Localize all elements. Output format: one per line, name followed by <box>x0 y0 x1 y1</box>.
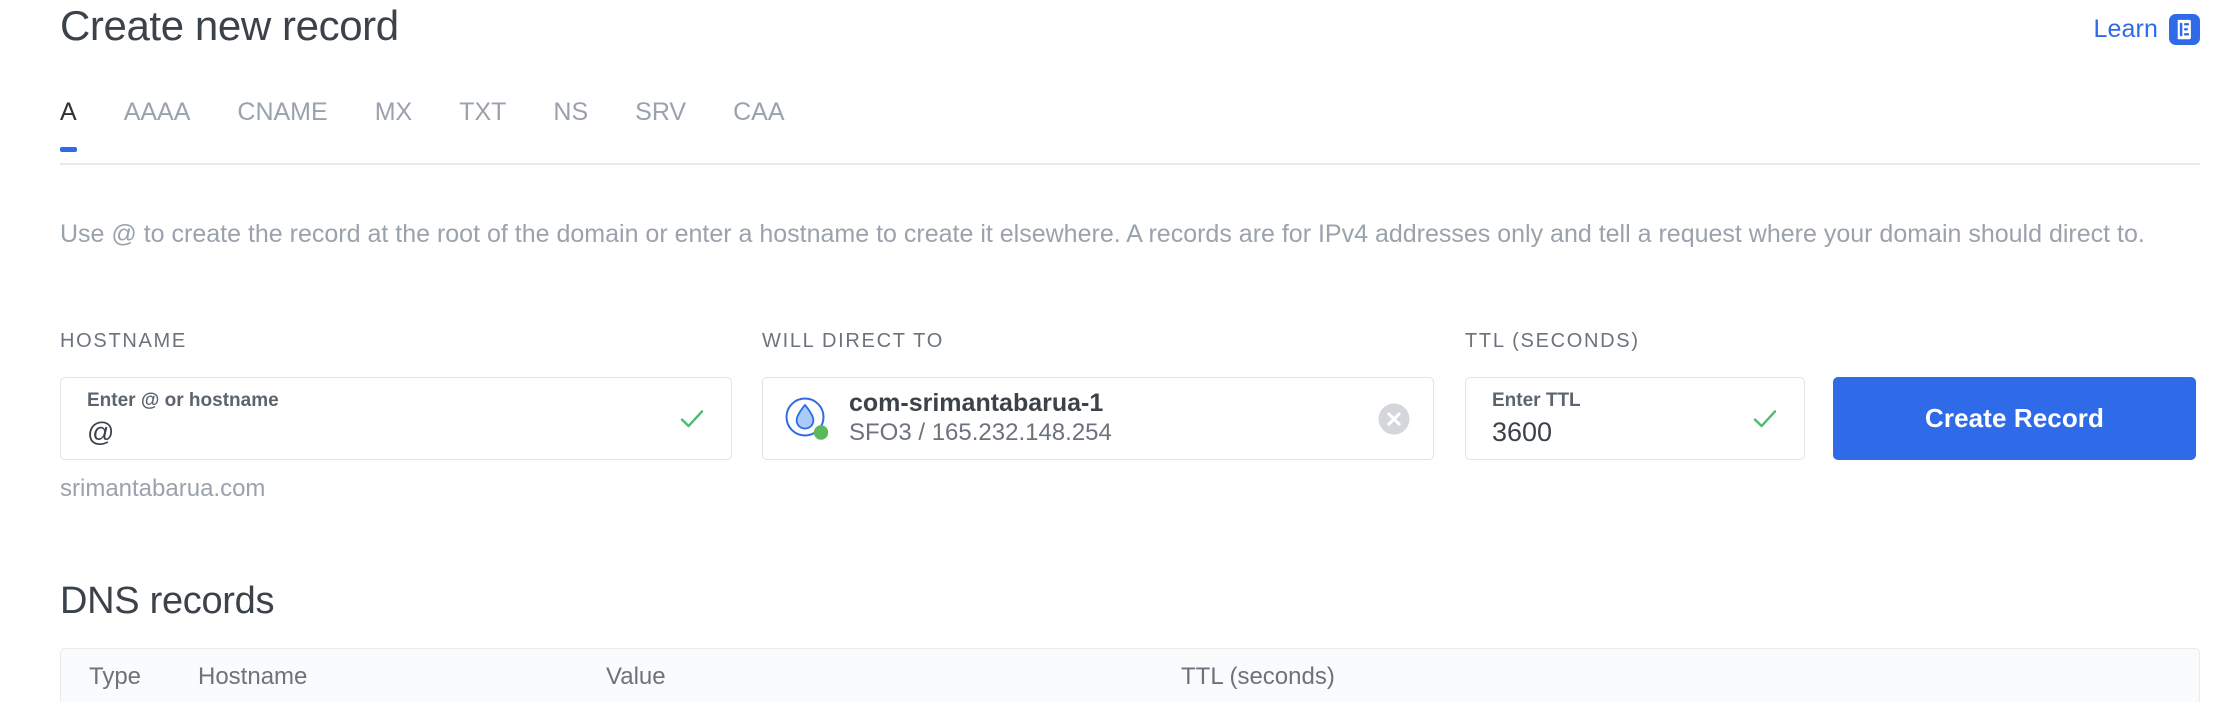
clear-circle-icon[interactable] <box>1377 402 1433 436</box>
tab-a[interactable]: A <box>60 98 77 152</box>
tab-txt[interactable]: TXT <box>459 98 506 149</box>
ttl-input[interactable]: Enter TTL 3600 <box>1465 377 1805 460</box>
create-dns-record-page: Create new record Learn A AAAA CNAME MX <box>0 0 2222 702</box>
column-header-ttl[interactable]: TTL (seconds) <box>1181 663 1335 691</box>
will-direct-to-input[interactable]: com-srimantabarua-1 SFO3 / 165.232.148.2… <box>762 377 1434 460</box>
tab-ns[interactable]: NS <box>553 98 588 149</box>
table-header-row: Type Hostname Value TTL (seconds) <box>60 648 2200 702</box>
article-icon <box>2169 14 2200 45</box>
tabs-divider <box>60 163 2200 165</box>
page-title: Create new record <box>60 2 399 49</box>
dns-records-table: Type Hostname Value TTL (seconds) <box>60 648 2200 702</box>
tab-mx[interactable]: MX <box>375 98 413 149</box>
hostname-value: @ <box>87 419 115 446</box>
tab-cname[interactable]: CNAME <box>237 98 327 149</box>
learn-link[interactable]: Learn <box>2094 14 2200 45</box>
tab-caa[interactable]: CAA <box>733 98 784 149</box>
ttl-placeholder: Enter TTL <box>1492 390 1581 411</box>
droplet-meta: SFO3 / 165.232.148.254 <box>849 419 1112 447</box>
check-icon <box>1750 404 1804 434</box>
record-type-tabs: A AAAA CNAME MX TXT NS SRV CAA <box>60 98 2200 166</box>
hostname-input[interactable]: Enter @ or hostname @ <box>60 377 732 460</box>
droplet-text: com-srimantabarua-1 SFO3 / 165.232.148.2… <box>849 389 1112 449</box>
ttl-input-inner: Enter TTL 3600 <box>1466 391 1750 446</box>
tab-srv[interactable]: SRV <box>635 98 686 149</box>
hostname-domain-hint: srimantabarua.com <box>60 475 266 502</box>
column-header-hostname[interactable]: Hostname <box>198 663 307 691</box>
droplet-name: com-srimantabarua-1 <box>849 388 1104 417</box>
column-header-type[interactable]: Type <box>89 663 141 691</box>
hostname-label: HOSTNAME <box>60 330 187 352</box>
check-icon <box>677 404 731 434</box>
droplet-icon <box>783 395 831 443</box>
record-type-description: Use @ to create the record at the root o… <box>60 220 2145 248</box>
learn-link-label: Learn <box>2093 15 2158 43</box>
ttl-value: 3600 <box>1492 419 1553 446</box>
dns-records-title: DNS records <box>60 580 275 622</box>
selected-droplet: com-srimantabarua-1 SFO3 / 165.232.148.2… <box>763 389 1377 449</box>
page-header: Create new record Learn <box>0 0 2222 66</box>
will-direct-to-label: WILL DIRECT TO <box>762 330 944 352</box>
create-record-button[interactable]: Create Record <box>1833 377 2196 460</box>
ttl-label: TTL (SECONDS) <box>1465 330 1640 352</box>
column-header-value[interactable]: Value <box>606 663 666 691</box>
hostname-placeholder: Enter @ or hostname <box>87 390 279 411</box>
hostname-input-inner: Enter @ or hostname @ <box>61 391 677 446</box>
tab-aaaa[interactable]: AAAA <box>124 98 191 149</box>
